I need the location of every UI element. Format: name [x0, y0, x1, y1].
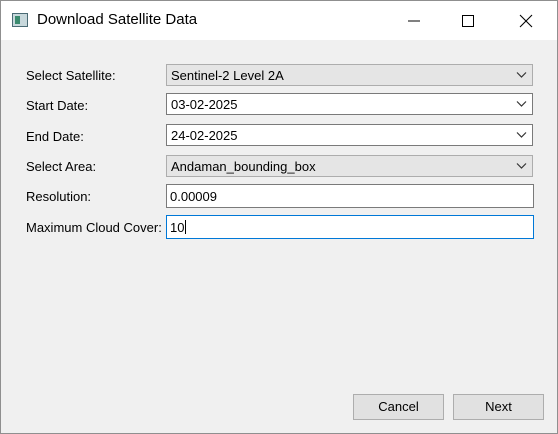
chevron-down-icon [516, 163, 527, 169]
cloud-cover-input[interactable]: 10 [166, 215, 534, 239]
chevron-down-icon [516, 72, 527, 78]
resolution-input[interactable]: 0.00009 [166, 184, 534, 208]
app-icon [12, 13, 28, 27]
end-date-value: 24-02-2025 [171, 128, 238, 143]
minimize-icon [408, 20, 420, 22]
satellite-select[interactable]: Sentinel-2 Level 2A [166, 64, 533, 86]
minimize-button[interactable] [391, 1, 437, 40]
cancel-button[interactable]: Cancel [353, 394, 444, 420]
satellite-label: Select Satellite: [26, 68, 116, 83]
window-title: Download Satellite Data [37, 11, 198, 28]
end-date-picker[interactable]: 24-02-2025 [166, 124, 533, 146]
download-dialog-window: Download Satellite Data Select Satellite… [0, 0, 558, 434]
title-bar[interactable]: Download Satellite Data [1, 1, 557, 40]
area-label: Select Area: [26, 159, 97, 174]
chevron-down-icon[interactable] [516, 100, 527, 108]
close-icon [519, 14, 533, 28]
area-value: Andaman_bounding_box [171, 159, 316, 174]
cloud-cover-value: 10 [170, 220, 185, 235]
close-button[interactable] [503, 1, 549, 40]
cloud-cover-label: Maximum Cloud Cover: [26, 220, 162, 235]
resolution-value: 0.00009 [170, 189, 217, 204]
resolution-label: Resolution: [26, 189, 92, 204]
maximize-button[interactable] [445, 1, 491, 40]
maximize-icon [462, 15, 474, 27]
start-date-value: 03-02-2025 [171, 97, 238, 112]
satellite-value: Sentinel-2 Level 2A [171, 68, 284, 83]
area-select[interactable]: Andaman_bounding_box [166, 155, 533, 177]
next-button[interactable]: Next [453, 394, 544, 420]
start-date-picker[interactable]: 03-02-2025 [166, 93, 533, 115]
chevron-down-icon[interactable] [516, 131, 527, 139]
start-date-label: Start Date: [26, 98, 89, 113]
end-date-label: End Date: [26, 129, 84, 144]
text-caret [185, 220, 187, 234]
